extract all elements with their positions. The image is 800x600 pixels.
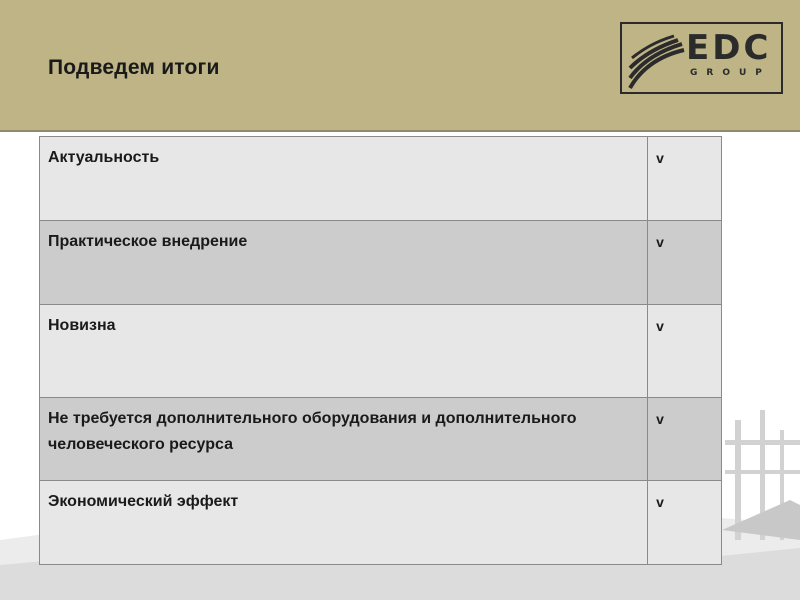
check-mark: v [647,480,722,565]
check-mark: v [647,220,722,305]
table-row: Экономический эффект v [38,480,722,565]
criterion-label: Актуальность [38,136,649,221]
logo-subtitle: GROUP [690,68,771,78]
logo-wordmark: EDC [686,28,772,68]
table-row: Практическое внедрение v [38,220,722,305]
check-mark: v [647,136,722,221]
check-mark: v [647,304,722,398]
criterion-label: Новизна [38,304,649,398]
table-row: Актуальность v [38,136,722,221]
summary-table: Актуальность v Практическое внедрение v … [38,136,722,565]
criterion-label: Экономический эффект [38,480,649,565]
slide-header: Подведем итоги EDC GROUP [0,0,800,132]
table-row: Новизна v [38,304,722,398]
slide-title: Подведем итоги [48,56,220,79]
check-mark: v [647,397,722,481]
table-row: Не требуется дополнительного оборудовани… [38,397,722,481]
edc-group-logo: EDC GROUP [620,22,783,94]
swoosh-icon [628,34,685,90]
criterion-label: Практическое внедрение [38,220,649,305]
criterion-label: Не требуется дополнительного оборудовани… [38,397,649,481]
